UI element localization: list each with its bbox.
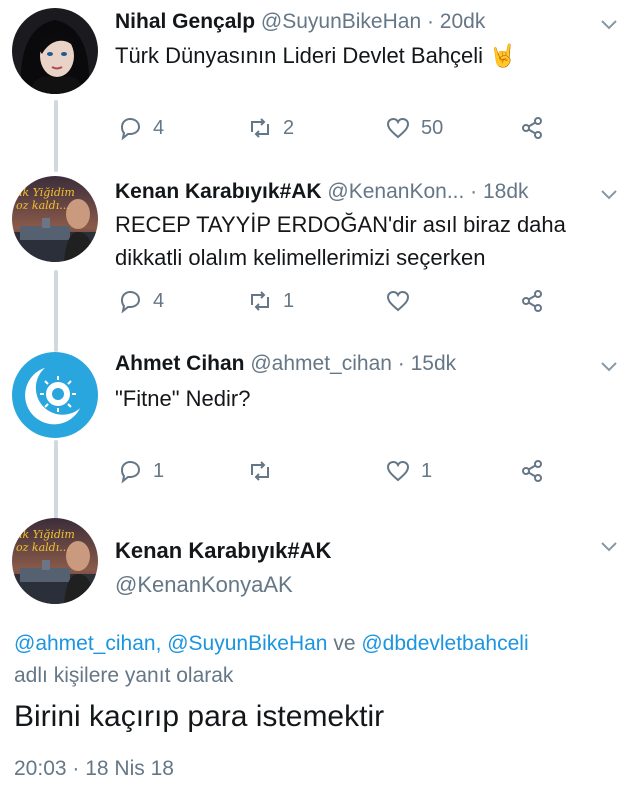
reply-count: 4	[153, 116, 165, 139]
share-icon	[522, 117, 542, 139]
chevron-down-icon[interactable]	[599, 184, 619, 204]
reply-button[interactable]: 4	[117, 113, 164, 143]
tweet-3[interactable]: Ahmet Cihan @ahmet_cihan · 15dk "Fitne" …	[0, 342, 635, 512]
reply-icon	[120, 290, 141, 314]
tweet-actions: 4 2 50	[115, 113, 555, 143]
like-button[interactable]: 1	[385, 456, 432, 486]
retweet-count: 2	[283, 116, 295, 139]
reply-suffix: adlı kişilere yanıt olarak	[14, 664, 234, 687]
avatar[interactable]: ak Yiğidim oz kaldı...	[12, 518, 98, 604]
retweet-button[interactable]: 2	[247, 113, 294, 143]
reply-and: ve	[327, 632, 362, 655]
avatar[interactable]: ak Yiğidim oz kaldı...	[12, 176, 98, 262]
timestamp[interactable]: 20:03 · 18 Nis 18	[14, 757, 174, 781]
reply-mentions[interactable]: @ahmet_cihan, @SuyunBikeHan	[14, 632, 327, 655]
heart-icon	[386, 117, 410, 139]
reply-context: @ahmet_cihan, @SuyunBikeHan ve @dbdevlet…	[14, 628, 624, 692]
avatar[interactable]	[12, 8, 98, 94]
tweet-text: Türk Dünyasının Lideri Devlet Bahçeli 🤘	[115, 43, 517, 68]
author-name[interactable]: Nihal Gençalp	[115, 10, 255, 33]
chevron-down-icon[interactable]	[599, 14, 619, 34]
retweet-count: 1	[283, 289, 295, 312]
author-name[interactable]: Kenan Karabıyık#AK	[115, 538, 331, 564]
reply-icon	[120, 460, 141, 484]
author-name[interactable]: Kenan Karabıyık#AK	[115, 180, 322, 203]
tweet-1[interactable]: Nihal Gençalp @SuyunBikeHan · 20dk Türk …	[0, 0, 635, 170]
share-button[interactable]	[519, 286, 545, 316]
reply-button[interactable]: 1	[117, 456, 164, 486]
share-button[interactable]	[519, 113, 545, 143]
like-button[interactable]	[385, 286, 421, 316]
retweet-button[interactable]	[247, 456, 283, 486]
reply-icon	[120, 117, 141, 141]
tweet-2[interactable]: ak Yiğidim oz kaldı... Kenan Karabıyık#A…	[0, 170, 635, 342]
author-name[interactable]: Ahmet Cihan	[115, 352, 245, 375]
author-meta[interactable]: @ahmet_cihan · 15dk	[250, 352, 456, 375]
reply-count: 4	[153, 289, 165, 312]
tweet-header: Ahmet Cihan @ahmet_cihan · 15dk	[115, 352, 575, 376]
main-tweet-text: Birini kaçırıp para istemektir	[14, 700, 385, 733]
heart-icon	[386, 460, 410, 482]
tweet-actions: 1 1	[115, 456, 555, 486]
reply-count: 1	[153, 459, 165, 482]
author-meta[interactable]: @KenanKon... · 18dk	[327, 180, 528, 203]
retweet-button[interactable]: 1	[247, 286, 294, 316]
avatar-caption: ak Yiğidim	[16, 528, 75, 541]
reply-mention-link[interactable]: @dbdevletbahceli	[361, 632, 528, 655]
reply-button[interactable]: 4	[117, 286, 164, 316]
avatar-caption: oz kaldı...	[16, 541, 70, 554]
retweet-icon	[251, 461, 269, 481]
share-button[interactable]	[519, 456, 545, 486]
heart-icon	[386, 290, 410, 312]
tweet-header: Kenan Karabıyık#AK @KenanKon... · 18dk	[115, 180, 575, 204]
like-count: 50	[421, 116, 444, 139]
retweet-icon	[251, 291, 269, 311]
chevron-down-icon[interactable]	[599, 356, 619, 376]
tweet-header: Nihal Gençalp @SuyunBikeHan · 20dk	[115, 10, 575, 34]
author-handle[interactable]: @KenanKonyaAK	[115, 572, 293, 598]
avatar[interactable]	[12, 352, 98, 438]
tweet-actions: 4 1	[115, 286, 555, 316]
share-icon	[522, 460, 542, 482]
author-meta[interactable]: @SuyunBikeHan · 20dk	[261, 10, 485, 33]
tweet-text: "Fitne" Nedir?	[115, 386, 251, 411]
tweet-text: RECEP TAYYİP ERDOĞAN'dir asıl biraz daha…	[115, 212, 566, 270]
avatar-caption: ak Yiğidim	[16, 186, 75, 199]
share-icon	[522, 290, 542, 312]
avatar-caption: oz kaldı...	[16, 199, 70, 212]
like-button[interactable]: 50	[385, 113, 443, 143]
like-count: 1	[421, 459, 433, 482]
chevron-down-icon[interactable]	[599, 536, 619, 556]
retweet-icon	[251, 118, 269, 138]
